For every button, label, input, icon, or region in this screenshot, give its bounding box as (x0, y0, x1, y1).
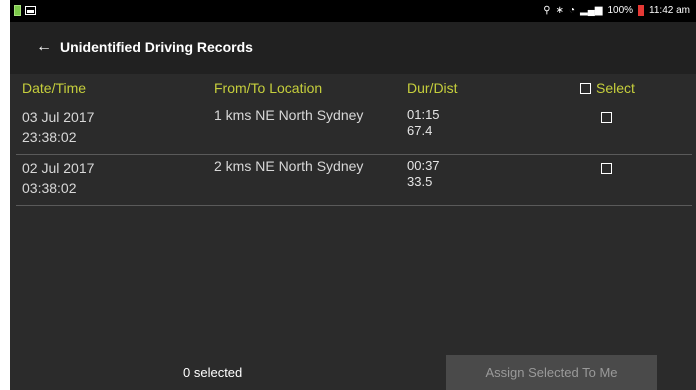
select-all-checkbox[interactable] (580, 82, 591, 94)
row-select-checkbox[interactable] (601, 163, 612, 174)
app-notification-icon (14, 5, 21, 16)
assign-selected-button[interactable]: Assign Selected To Me (446, 355, 657, 390)
row-location: 2 kms NE North Sydney (214, 158, 364, 174)
status-left-icons (14, 5, 36, 16)
signal-icon: ▂▄▆ (580, 5, 603, 16)
device-screen: ⚲ ∗ ◔ ▂▄▆ 100% 11:42 am ← Unidentified D… (10, 0, 696, 390)
row-select-checkbox[interactable] (601, 112, 612, 123)
table-row[interactable]: 03 Jul 2017 23:38:02 1 kms NE North Sydn… (16, 104, 692, 155)
battery-percent: 100% (607, 5, 634, 16)
column-header-select: Select (596, 80, 635, 96)
row-time: 03:38:02 (22, 180, 77, 196)
column-header-duration-distance: Dur/Dist (407, 80, 458, 96)
select-all-toggle[interactable]: Select (580, 80, 635, 96)
row-duration: 00:37 (407, 158, 440, 173)
row-date: 02 Jul 2017 (22, 160, 95, 176)
row-date: 03 Jul 2017 (22, 109, 95, 125)
row-location: 1 kms NE North Sydney (214, 107, 364, 123)
page-title: Unidentified Driving Records (60, 39, 253, 55)
table-header: Date/Time From/To Location Dur/Dist Sele… (10, 78, 696, 102)
battery-icon (638, 5, 645, 16)
location-icon: ⚲ (543, 5, 551, 16)
column-header-location: From/To Location (214, 80, 323, 96)
status-time: 11:42 am (649, 5, 690, 16)
app-bar: ← Unidentified Driving Records (10, 22, 696, 74)
row-duration: 01:15 (407, 107, 440, 122)
row-time: 23:38:02 (22, 129, 77, 145)
image-notification-icon (25, 6, 36, 15)
selected-count: 0 selected (183, 365, 243, 380)
row-distance: 33.5 (407, 174, 433, 189)
bluetooth-icon: ∗ (555, 5, 564, 16)
back-arrow-icon[interactable]: ← (36, 37, 56, 57)
table-row[interactable]: 02 Jul 2017 03:38:02 2 kms NE North Sydn… (16, 155, 692, 206)
status-right-icons: ⚲ ∗ ◔ ▂▄▆ 100% 11:42 am (543, 4, 690, 17)
row-date-time: 02 Jul 2017 03:38:02 (22, 158, 94, 198)
records-list: 03 Jul 2017 23:38:02 1 kms NE North Sydn… (16, 104, 692, 206)
row-date-time: 03 Jul 2017 23:38:02 (22, 107, 94, 147)
row-distance: 67.4 (407, 123, 433, 138)
column-header-date-time: Date/Time (22, 80, 87, 96)
status-bar: ⚲ ∗ ◔ ▂▄▆ 100% 11:42 am (10, 0, 696, 22)
row-duration-distance: 01:15 67.4 (407, 107, 440, 139)
wifi-icon: ◔ (568, 5, 575, 16)
row-duration-distance: 00:37 33.5 (407, 158, 440, 190)
